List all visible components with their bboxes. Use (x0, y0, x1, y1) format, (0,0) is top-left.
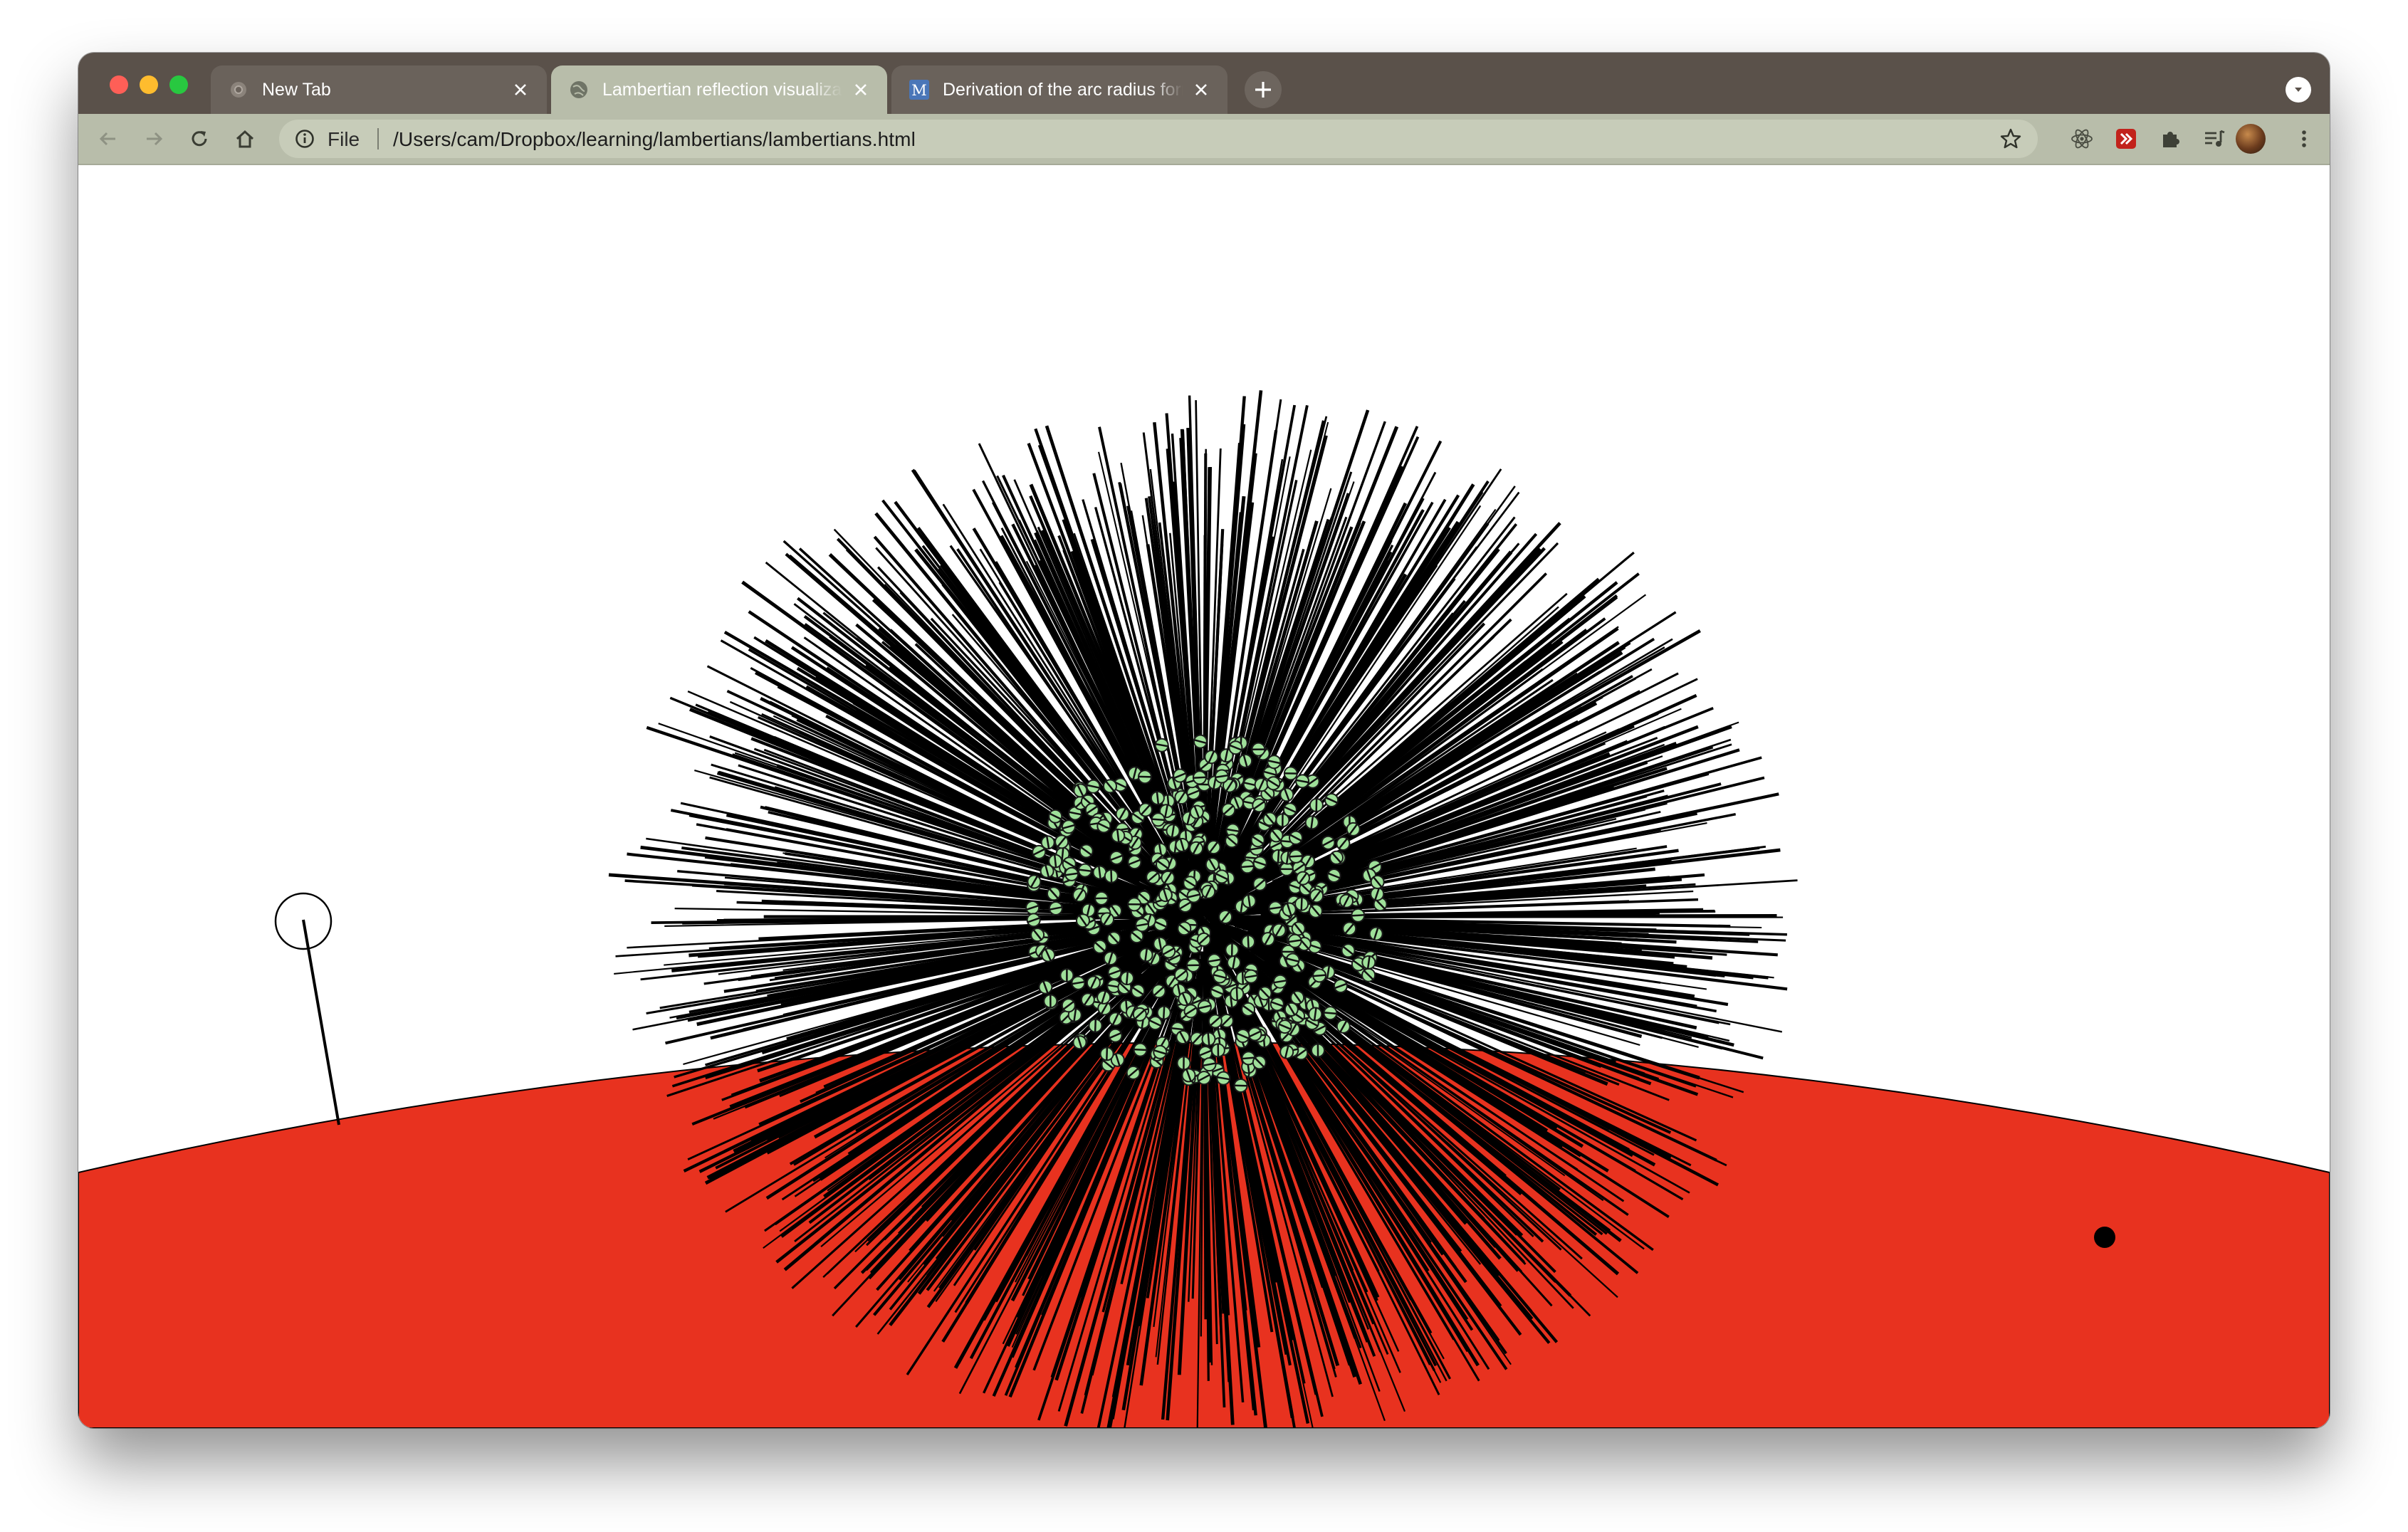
light-source[interactable] (274, 892, 340, 1126)
red-extension-icon[interactable] (2113, 126, 2139, 152)
sample-normal (1125, 971, 1129, 985)
sample-normal (1134, 1048, 1147, 1051)
tab-lambertian[interactable]: Lambertian reflection visualization (551, 65, 887, 114)
sample-normal (1247, 935, 1250, 949)
forward-button[interactable] (141, 126, 167, 152)
window-controls (110, 75, 188, 94)
close-tab-icon[interactable] (1190, 79, 1212, 100)
reload-icon (192, 131, 207, 147)
browser-toolbar: File /Users/cam/Dropbox/learning/lambert… (78, 114, 2330, 165)
close-tab-icon[interactable] (510, 79, 531, 100)
zoom-window-button[interactable] (169, 75, 188, 94)
sample-normal (1240, 865, 1254, 869)
home-icon (236, 130, 254, 148)
tab-title: Derivation of the arc radius formula (943, 79, 1183, 100)
arrow-left-icon (99, 132, 115, 146)
tab-search-button[interactable] (2286, 77, 2311, 103)
light-direction-line (302, 919, 340, 1126)
chrome-icon (228, 79, 249, 100)
bookmark-star-icon[interactable] (1999, 127, 2022, 150)
sample-normal (1151, 818, 1165, 822)
new-tab-button[interactable] (1245, 71, 1282, 108)
sample-normal (1324, 1012, 1337, 1015)
more-menu-icon[interactable] (2291, 126, 2317, 152)
tab-title: Lambertian reflection visualization (602, 79, 843, 100)
arrow-right-icon (147, 132, 163, 146)
tab-title: New Tab (262, 79, 331, 100)
sample-normal (1110, 869, 1113, 883)
sample-normal (1106, 1047, 1109, 1061)
media-queue-icon[interactable] (2202, 126, 2227, 152)
sample-normal (1193, 776, 1206, 780)
info-icon[interactable] (295, 129, 315, 149)
puzzle-icon[interactable] (2157, 126, 2183, 152)
react-devtools-icon[interactable] (2069, 126, 2095, 152)
chevron-down-icon (2295, 88, 2302, 92)
globe-icon (568, 79, 590, 100)
sample-normal (1162, 1006, 1166, 1019)
sample-normal (1242, 1056, 1255, 1060)
reload-button[interactable] (187, 126, 212, 152)
sample-normal (1061, 847, 1064, 861)
target-point[interactable] (2094, 1227, 2115, 1248)
sample-normal (1207, 1032, 1210, 1046)
address-divider (377, 128, 379, 149)
sample-normal (1277, 849, 1280, 863)
sample-normal (1267, 997, 1270, 1011)
tab-derivation[interactable]: M Derivation of the arc radius formula (891, 65, 1227, 114)
sample-normal (1313, 974, 1326, 977)
minimize-window-button[interactable] (140, 75, 158, 94)
profile-avatar[interactable] (2236, 124, 2266, 154)
address-bar[interactable]: File /Users/cam/Dropbox/learning/lambert… (279, 120, 2038, 158)
close-tab-icon[interactable] (850, 79, 871, 100)
page-canvas[interactable] (78, 165, 2330, 1428)
plus-icon (1255, 82, 1271, 98)
lambertian-scene[interactable] (78, 165, 2330, 1428)
back-button[interactable] (95, 126, 121, 152)
math-site-icon: M (909, 79, 930, 100)
home-button[interactable] (232, 126, 258, 152)
svg-text:M: M (911, 82, 927, 99)
browser-window: New Tab Lambertian reflection visualizat… (78, 53, 2330, 1428)
sample-normal (1094, 1019, 1097, 1032)
scheme-label: File (328, 128, 360, 150)
url-text[interactable]: /Users/cam/Dropbox/learning/lambertians/… (393, 128, 916, 151)
close-window-button[interactable] (110, 75, 128, 94)
tab-strip: New Tab Lambertian reflection visualizat… (78, 53, 2330, 114)
sample-normal (1241, 971, 1245, 985)
tab-new-tab[interactable]: New Tab (211, 65, 547, 114)
